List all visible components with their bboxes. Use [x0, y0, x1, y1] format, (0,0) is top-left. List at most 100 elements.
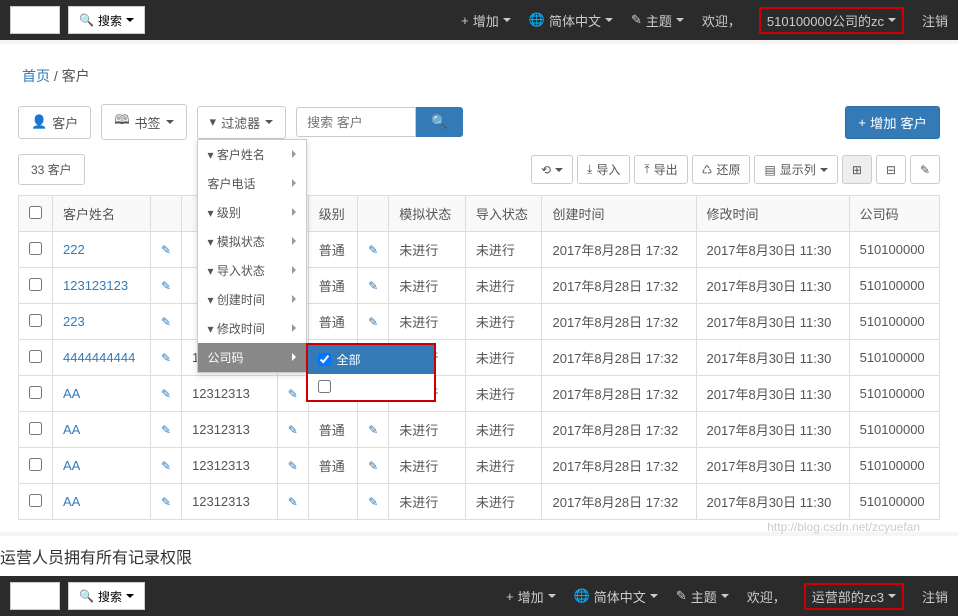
top-lang[interactable]: 🌐简体中文 — [529, 11, 613, 30]
edit-icon[interactable]: ✎ — [288, 423, 298, 437]
edit-view-button[interactable]: ✎ — [910, 155, 940, 184]
select-all-checkbox[interactable] — [29, 206, 42, 219]
row-checkbox[interactable] — [29, 242, 42, 255]
row-checkbox[interactable] — [29, 386, 42, 399]
filter-item-name[interactable]: ▾ 客户姓名 — [198, 140, 306, 169]
logout-link[interactable]: 注销 — [922, 11, 948, 30]
header-import[interactable]: 导入状态 — [465, 196, 542, 232]
filter-item-phone[interactable]: 客户电话 — [198, 169, 306, 198]
cell-name[interactable]: 222 — [63, 242, 85, 257]
sub-item-all[interactable]: 全部 — [308, 345, 434, 374]
row-checkbox[interactable] — [29, 350, 42, 363]
edit-icon[interactable]: ✎ — [161, 387, 171, 401]
header-sim[interactable]: 模拟状态 — [389, 196, 466, 232]
cell-name[interactable]: AA — [63, 494, 80, 509]
filter-item-sim[interactable]: ▾ 模拟状态 — [198, 227, 306, 256]
edit-icon[interactable]: ✎ — [161, 243, 171, 257]
customer-table: 客户姓名 级别 模拟状态 导入状态 创建时间 修改时间 公司码 222 ✎ ✎ … — [18, 195, 940, 520]
cell-name[interactable]: AA — [63, 422, 80, 437]
top-add[interactable]: +增加 — [461, 11, 511, 30]
top-theme[interactable]: ✎主题 — [631, 11, 684, 30]
cell-modified: 2017年8月30日 11:30 — [696, 268, 849, 304]
view-grid-small-button[interactable]: ⊟ — [876, 155, 906, 184]
bookmark-button[interactable]: 🕮书签 — [101, 104, 186, 140]
top2-search-label: 搜索 — [98, 588, 122, 605]
edit-icon[interactable]: ✎ — [368, 243, 378, 257]
filter-item-modified[interactable]: ▾ 修改时间 — [198, 314, 306, 343]
filter-button[interactable]: ▾过滤器 — [197, 106, 287, 139]
top2-search-input[interactable] — [10, 582, 60, 610]
import-icon: ⤓ — [587, 162, 592, 177]
search-icon: 🔍 — [431, 114, 448, 129]
columns-button[interactable]: ▤显示列 — [754, 155, 837, 184]
restore-button[interactable]: ♺还原 — [692, 155, 751, 184]
top2-theme[interactable]: ✎主题 — [676, 587, 729, 606]
cell-level — [308, 484, 357, 520]
top2-search-button[interactable]: 🔍 搜索 — [68, 582, 145, 610]
user-menu-2[interactable]: 运营部的zc3 — [804, 583, 904, 610]
edit-icon[interactable]: ✎ — [288, 495, 298, 509]
cell-level: 普通 — [308, 412, 357, 448]
header-code[interactable]: 公司码 — [849, 196, 939, 232]
export-button[interactable]: ⤒导出 — [634, 155, 687, 184]
header-level[interactable]: 级别 — [308, 196, 357, 232]
cell-created: 2017年8月28日 17:32 — [542, 448, 696, 484]
cell-name[interactable]: AA — [63, 458, 80, 473]
cell-name[interactable]: AA — [63, 386, 80, 401]
edit-icon[interactable]: ✎ — [161, 351, 171, 365]
edit-icon[interactable]: ✎ — [288, 459, 298, 473]
header-modified[interactable]: 修改时间 — [696, 196, 849, 232]
sub-checkbox-all[interactable] — [318, 353, 331, 366]
cell-name[interactable]: 223 — [63, 314, 85, 329]
edit-icon[interactable]: ✎ — [161, 315, 171, 329]
sub-item-510100000[interactable]: 510100000 — [308, 374, 434, 400]
top2-lang[interactable]: 🌐简体中文 — [574, 587, 658, 606]
row-checkbox[interactable] — [29, 314, 42, 327]
breadcrumb-home[interactable]: 首页 — [22, 68, 50, 84]
logout-link-2[interactable]: 注销 — [922, 587, 948, 606]
top2-add[interactable]: +增加 — [506, 587, 556, 606]
add-customer-button[interactable]: +增加 客户 — [845, 106, 940, 139]
cell-name[interactable]: 4444444444 — [63, 350, 135, 365]
top-search-input[interactable] — [10, 6, 60, 34]
edit-icon[interactable]: ✎ — [161, 423, 171, 437]
refresh-button[interactable]: ⟲ — [531, 155, 573, 184]
edit-icon[interactable]: ✎ — [368, 459, 378, 473]
sub-checkbox-opt1[interactable] — [318, 380, 331, 393]
cell-name[interactable]: 123123123 — [63, 278, 128, 293]
view-grid-large-button[interactable]: ⊞ — [842, 155, 872, 184]
edit-icon[interactable]: ✎ — [368, 315, 378, 329]
top-search-button[interactable]: 🔍 搜索 — [68, 6, 145, 34]
export-icon: ⤒ — [644, 162, 649, 177]
filter-icon: ▾ — [208, 322, 214, 336]
filter-menu: ▾ 客户姓名 客户电话 ▾ 级别 ▾ 模拟状态 ▾ 导入状态 ▾ 创建时间 ▾ … — [197, 139, 307, 373]
user-menu[interactable]: 510100000公司的zc — [759, 7, 904, 34]
header-name[interactable]: 客户姓名 — [53, 196, 151, 232]
cell-level: 普通 — [308, 268, 357, 304]
import-button[interactable]: ⤓导入 — [577, 155, 630, 184]
header-checkbox-cell — [19, 196, 53, 232]
filter-item-level[interactable]: ▾ 级别 — [198, 198, 306, 227]
customer-button[interactable]: 👤客户 — [18, 106, 91, 139]
row-checkbox[interactable] — [29, 422, 42, 435]
edit-icon[interactable]: ✎ — [161, 495, 171, 509]
search-customer-input[interactable] — [296, 107, 416, 137]
filter-item-created[interactable]: ▾ 创建时间 — [198, 285, 306, 314]
edit-icon[interactable]: ✎ — [368, 423, 378, 437]
edit-icon[interactable]: ✎ — [161, 279, 171, 293]
cell-modified: 2017年8月30日 11:30 — [696, 376, 849, 412]
edit-icon[interactable]: ✎ — [368, 495, 378, 509]
row-checkbox[interactable] — [29, 278, 42, 291]
edit-icon[interactable]: ✎ — [368, 279, 378, 293]
edit-icon[interactable]: ✎ — [288, 387, 298, 401]
row-checkbox[interactable] — [29, 494, 42, 507]
edit-icon[interactable]: ✎ — [161, 459, 171, 473]
filter-item-company-code[interactable]: 公司码 全部 510100000 — [198, 343, 306, 372]
chevron-right-icon — [292, 237, 296, 245]
row-checkbox[interactable] — [29, 458, 42, 471]
header-created[interactable]: 创建时间 — [542, 196, 696, 232]
caret-down-icon — [166, 120, 174, 124]
search-go-button[interactable]: 🔍 — [416, 107, 463, 137]
cell-import: 未进行 — [465, 304, 542, 340]
filter-item-import[interactable]: ▾ 导入状态 — [198, 256, 306, 285]
